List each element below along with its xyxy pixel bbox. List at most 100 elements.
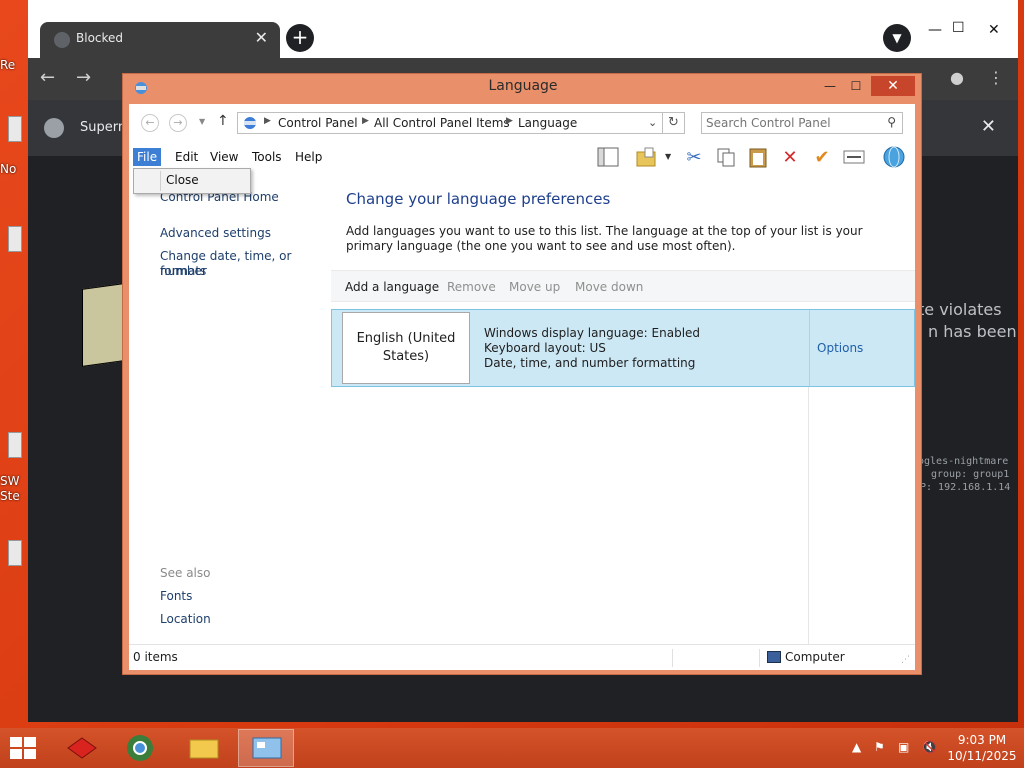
- menu-edit[interactable]: Edit: [171, 148, 202, 166]
- chrome-tab-title: Blocked: [76, 31, 124, 45]
- status-location: Computer: [785, 650, 845, 664]
- start-button[interactable]: [10, 737, 38, 759]
- change-date-time-link-line2[interactable]: formats: [160, 264, 206, 279]
- profile-avatar-icon[interactable]: ●: [950, 68, 964, 87]
- location-link[interactable]: Location: [160, 612, 211, 627]
- desktop-icon-label: Ste: [0, 489, 20, 503]
- windows-logo-icon: [10, 749, 22, 759]
- close-tab-icon[interactable]: ✕: [255, 28, 268, 47]
- status-bar: 0 items Computer ⋰: [129, 644, 915, 670]
- move-down-button[interactable]: Move down: [575, 280, 643, 294]
- menu-tools[interactable]: Tools: [248, 148, 286, 166]
- menu-view[interactable]: View: [206, 148, 242, 166]
- view-options-chevron-icon[interactable]: ▼: [665, 152, 671, 161]
- delete-icon[interactable]: ✕: [779, 146, 801, 168]
- forward-button[interactable]: →: [169, 114, 187, 132]
- show-hidden-icons-icon[interactable]: ▲: [852, 740, 861, 754]
- blocked-favicon-icon: [54, 32, 70, 48]
- language-options-link[interactable]: Options: [817, 341, 863, 355]
- computer-icon: [767, 651, 781, 663]
- refresh-button[interactable]: ↻: [663, 112, 685, 134]
- network-icon[interactable]: ▣: [898, 740, 909, 754]
- up-arrow-icon[interactable]: ↑: [217, 113, 229, 129]
- desktop-file-icon[interactable]: [8, 540, 22, 566]
- language-details: Windows display language: Enabled Keyboa…: [484, 326, 700, 371]
- close-button[interactable]: ✕: [871, 76, 915, 96]
- maximize-button[interactable]: ☐: [843, 77, 869, 95]
- taskbar-app-red[interactable]: [54, 729, 110, 767]
- chrome-logo-icon: [44, 118, 64, 138]
- status-separator: [759, 649, 760, 667]
- move-up-button[interactable]: Move up: [509, 280, 560, 294]
- formatting-info: Date, time, and number formatting: [484, 356, 696, 370]
- menu-help[interactable]: Help: [291, 148, 326, 166]
- desktop-file-icon[interactable]: [8, 116, 22, 142]
- layout-pane-icon[interactable]: [597, 146, 619, 168]
- address-bar[interactable]: ▶ Control Panel ▶ All Control Panel Item…: [237, 112, 663, 134]
- language-command-bar: Add a language Remove Move up Move down: [331, 270, 915, 302]
- minimize-button[interactable]: —: [817, 77, 843, 95]
- taskbar: ▲ ⚑ ▣ 🔇 9:03 PM 10/11/2025: [0, 728, 1024, 768]
- language-window: Language — ☐ ✕ ← → ▼ ↑ ▶ Control Panel ▶…: [122, 73, 922, 675]
- language-list-item[interactable]: English (United States) Windows display …: [331, 309, 915, 387]
- windows-logo-icon: [24, 737, 36, 747]
- chrome-tab[interactable]: Blocked ✕: [40, 22, 280, 58]
- breadcrumb-all-items[interactable]: All Control Panel Items: [374, 116, 510, 130]
- breadcrumb-separator-icon[interactable]: ▶: [506, 116, 513, 126]
- recent-pages-chevron-icon[interactable]: ▼: [199, 117, 205, 126]
- chrome-close-button[interactable]: ✕: [988, 22, 1000, 38]
- resize-grip-icon[interactable]: ⋰: [901, 655, 910, 665]
- back-arrow-icon[interactable]: ←: [40, 67, 55, 88]
- breadcrumb-separator-icon[interactable]: ▶: [264, 116, 271, 126]
- new-tab-button[interactable]: +: [286, 24, 314, 52]
- globe-icon[interactable]: [883, 146, 905, 168]
- desktop-file-icon[interactable]: [8, 432, 22, 458]
- infobar-close-icon[interactable]: ✕: [981, 116, 996, 137]
- windows-logo-icon: [24, 749, 36, 759]
- taskbar-app-explorer[interactable]: [176, 729, 232, 767]
- page-description: Add languages you want to use to this li…: [346, 224, 863, 253]
- fonts-link[interactable]: Fonts: [160, 589, 192, 604]
- window-title: Language: [488, 78, 558, 94]
- address-row: ← → ▼ ↑ ▶ Control Panel ▶ All Control Pa…: [129, 104, 915, 140]
- chrome-maximize-button[interactable]: ☐: [952, 20, 965, 36]
- taskbar-app-chrome[interactable]: [112, 729, 168, 767]
- menu-file[interactable]: File: [133, 148, 162, 166]
- breadcrumb-separator-icon[interactable]: ▶: [362, 116, 369, 126]
- folder-icon: [189, 739, 219, 759]
- action-center-flag-icon[interactable]: ⚑: [874, 740, 885, 754]
- main-content: Change your language preferences Add lan…: [331, 172, 915, 644]
- menu-gutter: [160, 171, 161, 191]
- search-input[interactable]: [706, 115, 876, 131]
- cut-icon[interactable]: ✂: [683, 146, 705, 168]
- menu-close-item[interactable]: Close: [166, 173, 199, 187]
- back-button[interactable]: ←: [141, 114, 159, 132]
- search-icon[interactable]: ⚲: [887, 115, 896, 129]
- chrome-minimize-button[interactable]: —: [928, 22, 942, 38]
- checkmark-icon[interactable]: ✔: [811, 146, 833, 168]
- folder-properties-icon[interactable]: [635, 146, 657, 168]
- system-clock[interactable]: 9:03 PM 10/11/2025: [944, 732, 1020, 764]
- paste-icon[interactable]: [747, 146, 769, 168]
- tab-search-chevron-icon[interactable]: ▼: [883, 24, 911, 52]
- breadcrumb-control-panel[interactable]: Control Panel: [278, 116, 358, 130]
- breadcrumb-language[interactable]: Language: [518, 116, 577, 130]
- forward-arrow-icon[interactable]: →: [76, 67, 91, 88]
- taskbar-app-control-panel[interactable]: [238, 729, 294, 767]
- language-name-line2: States): [382, 349, 430, 364]
- chrome-menu-icon[interactable]: ⋮: [988, 68, 1004, 87]
- display-language-status: Windows display language: Enabled: [484, 326, 701, 340]
- window-client-area: ← → ▼ ↑ ▶ Control Panel ▶ All Control Pa…: [129, 104, 915, 670]
- control-panel-icon: [244, 117, 256, 129]
- desktop-file-icon[interactable]: [8, 226, 22, 252]
- blocked-page-illustration-icon: [82, 283, 124, 367]
- rename-icon[interactable]: [843, 146, 865, 168]
- advanced-settings-link[interactable]: Advanced settings: [160, 226, 271, 241]
- language-name-tile[interactable]: English (United States): [342, 312, 470, 384]
- address-dropdown-chevron-icon[interactable]: ⌄: [648, 116, 657, 129]
- volume-muted-icon[interactable]: 🔇: [922, 740, 937, 754]
- copy-icon[interactable]: [715, 146, 737, 168]
- add-language-button[interactable]: Add a language: [345, 280, 439, 294]
- left-navigation-pane: Control Panel Home Advanced settings Cha…: [129, 172, 329, 644]
- remove-button[interactable]: Remove: [447, 280, 496, 294]
